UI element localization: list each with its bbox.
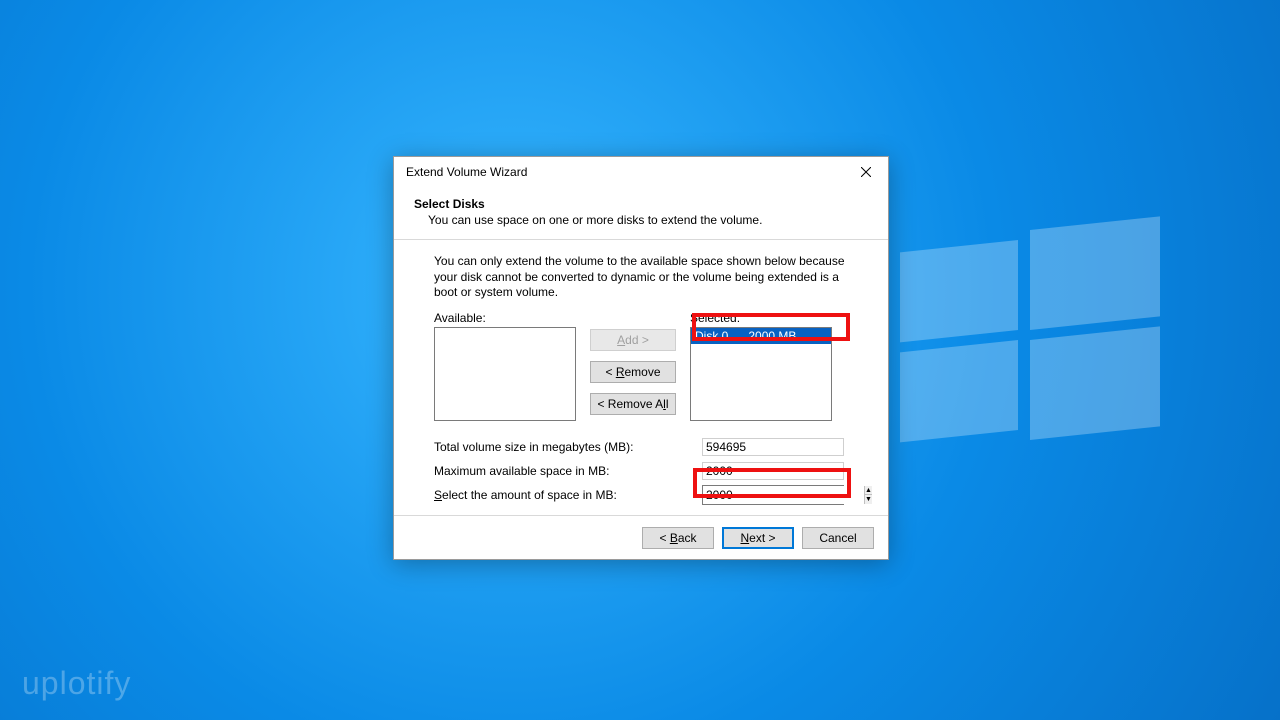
available-label: Available:	[434, 311, 576, 325]
amount-spin-field[interactable]: ▲ ▼	[702, 485, 844, 505]
max-space-label: Maximum available space in MB:	[434, 464, 702, 478]
cancel-button[interactable]: Cancel	[802, 527, 874, 549]
wizard-footer: < Back Next > Cancel	[394, 515, 888, 559]
amount-input[interactable]	[703, 486, 864, 504]
dialog-title: Extend Volume Wizard	[406, 165, 527, 179]
page-subheading: You can use space on one or more disks t…	[414, 213, 868, 227]
selected-listbox[interactable]: Disk 0 2000 MB	[690, 327, 832, 421]
remove-button[interactable]: < Remove	[590, 361, 676, 383]
amount-label: Select the amount of space in MB:	[434, 488, 702, 502]
add-button: Add >	[590, 329, 676, 351]
titlebar: Extend Volume Wizard	[394, 157, 888, 187]
desktop-background: uplotify Extend Volume Wizard Select Dis…	[0, 0, 1280, 720]
available-listbox[interactable]	[434, 327, 576, 421]
back-button[interactable]: < Back	[642, 527, 714, 549]
selected-label: Selected:	[690, 311, 832, 325]
spin-down-button[interactable]: ▼	[865, 494, 872, 504]
close-icon	[861, 167, 871, 177]
wizard-header: Select Disks You can use space on one or…	[394, 187, 888, 240]
windows-logo	[900, 240, 1160, 440]
total-size-value: 594695	[702, 438, 844, 456]
wizard-body: You can only extend the volume to the av…	[394, 240, 888, 507]
next-button[interactable]: Next >	[722, 527, 794, 549]
max-space-value: 2000	[702, 462, 844, 480]
remove-all-button[interactable]: < Remove All	[590, 393, 676, 415]
extend-volume-wizard-dialog: Extend Volume Wizard Select Disks You ca…	[393, 156, 889, 560]
info-text: You can only extend the volume to the av…	[434, 254, 848, 301]
selected-disk-item[interactable]: Disk 0 2000 MB	[691, 328, 831, 344]
watermark-text: uplotify	[22, 665, 131, 702]
total-size-label: Total volume size in megabytes (MB):	[434, 440, 702, 454]
spin-up-button[interactable]: ▲	[865, 486, 872, 495]
close-button[interactable]	[843, 157, 888, 187]
page-heading: Select Disks	[414, 197, 868, 211]
